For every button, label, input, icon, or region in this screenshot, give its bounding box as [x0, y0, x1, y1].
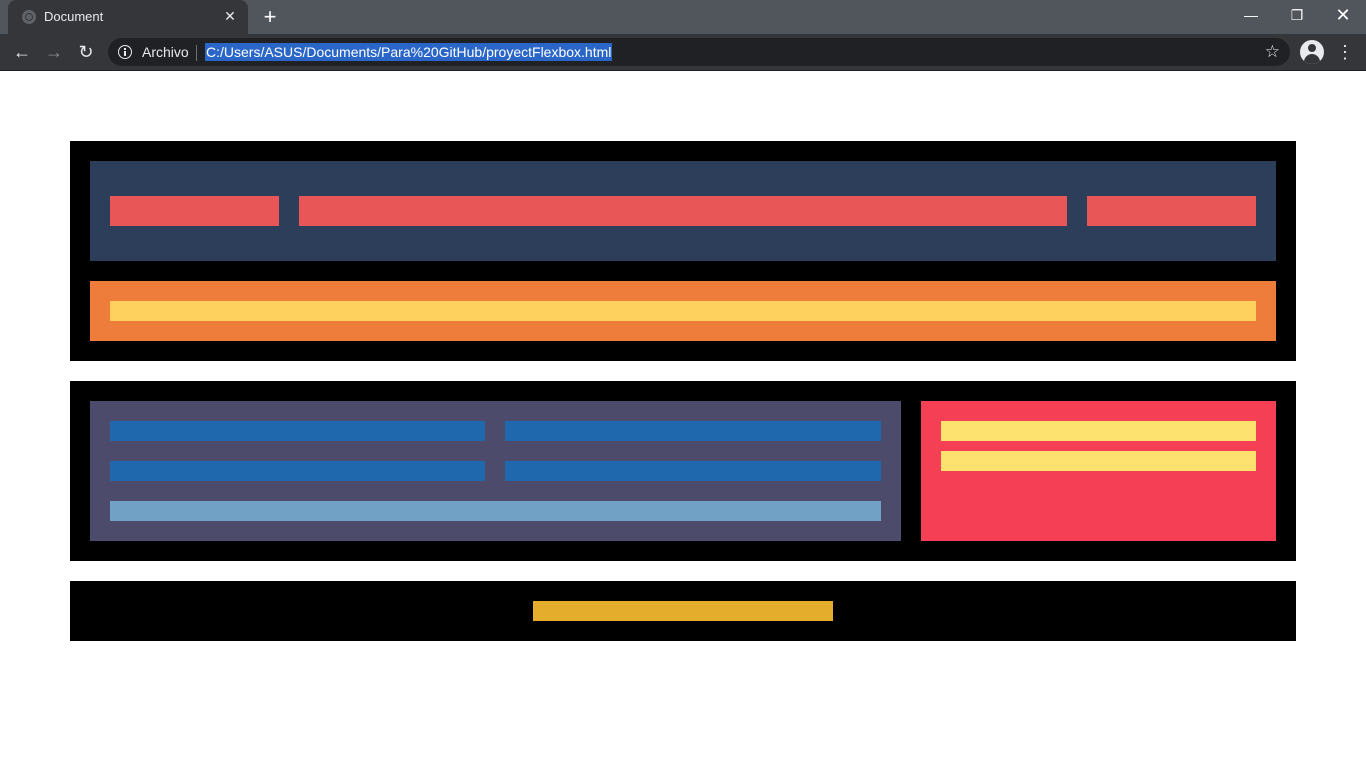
nav-item-center [299, 196, 1067, 226]
grid-item [110, 421, 485, 441]
browser-toolbar: ← → ↻ Archivo C:/Users/ASUS/Documents/Pa… [0, 34, 1366, 70]
footer-bar [533, 601, 833, 621]
reload-icon[interactable]: ↻ [72, 38, 100, 66]
info-icon[interactable] [118, 45, 132, 59]
close-window-icon[interactable]: ✕ [1320, 0, 1366, 30]
tab-title: Document [44, 9, 104, 24]
account-icon[interactable] [1300, 40, 1324, 64]
omnibox-divider [196, 45, 197, 61]
aside-item [941, 421, 1256, 441]
arrow-left-icon[interactable]: ← [8, 38, 36, 66]
banner-bar [110, 301, 1256, 321]
minimize-icon[interactable]: — [1228, 0, 1274, 30]
kebab-menu-icon[interactable]: ⋮ [1336, 38, 1354, 66]
grid-item [110, 461, 485, 481]
grid-item [505, 461, 881, 481]
address-bar[interactable]: Archivo C:/Users/ASUS/Documents/Para%20G… [108, 38, 1290, 66]
grid-item-wide [110, 501, 881, 521]
plus-icon[interactable]: + [258, 4, 282, 30]
star-icon[interactable]: ☆ [1265, 41, 1280, 63]
close-icon[interactable]: ✕ [222, 7, 238, 25]
tab-document[interactable]: Document ✕ [8, 0, 248, 34]
arrow-right-icon[interactable]: → [40, 38, 68, 66]
tab-strip: Document ✕ + — ❐ ✕ [0, 0, 1366, 34]
nav-item-right [1087, 196, 1256, 226]
url-input[interactable]: C:/Users/ASUS/Documents/Para%20GitHub/pr… [205, 43, 613, 61]
aside-item [941, 451, 1256, 471]
restore-icon[interactable]: ❐ [1274, 0, 1320, 30]
grid-item [505, 421, 881, 441]
toolbar-divider [0, 70, 1366, 71]
globe-icon [22, 10, 36, 24]
scheme-label: Archivo [142, 44, 189, 60]
nav-item-left [110, 196, 279, 226]
